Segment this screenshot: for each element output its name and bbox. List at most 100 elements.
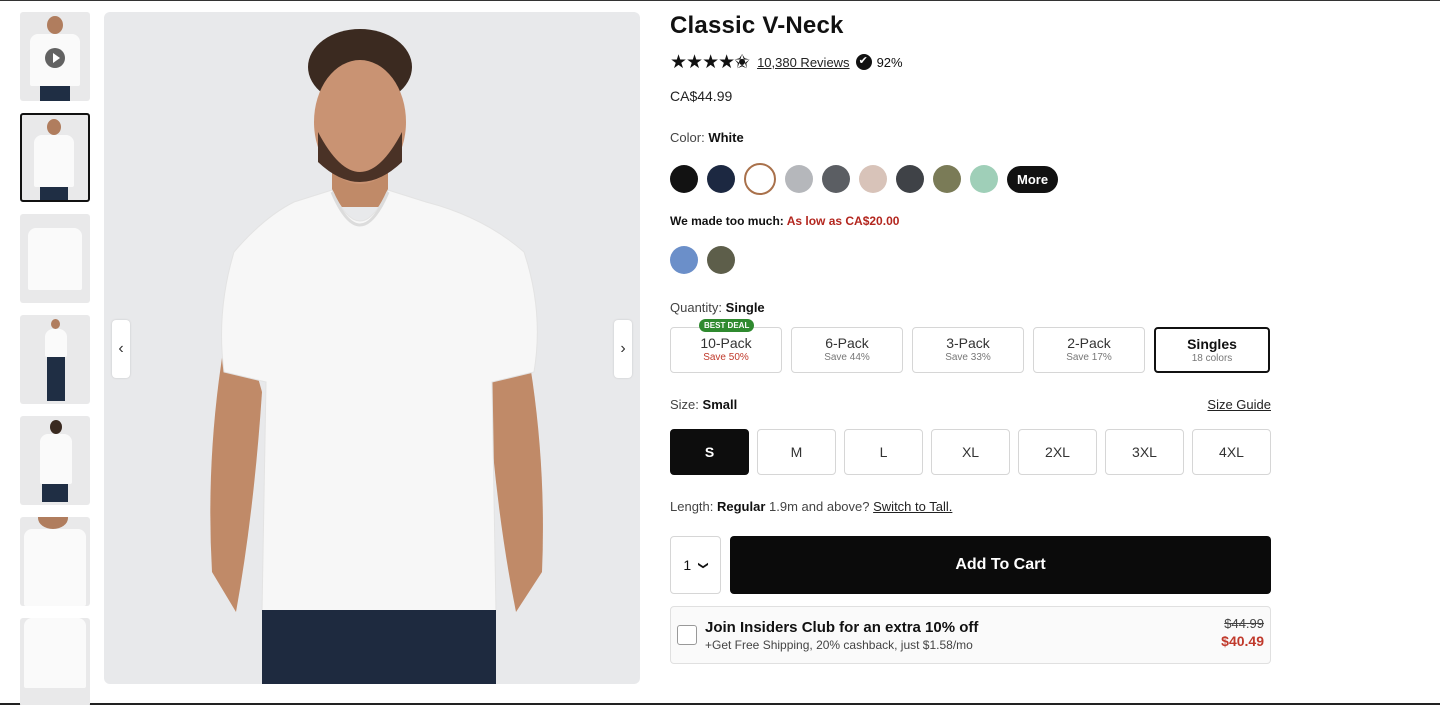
thumb-head [47,16,63,34]
best-deal-badge: BEST DEAL [699,319,755,332]
switch-to-tall-link[interactable]: Switch to Tall. [873,499,952,514]
size-s[interactable]: S [670,429,749,475]
thumbs-up-icon [855,54,872,70]
insiders-subtitle: +Get Free Shipping, 20% cashback, just $… [705,637,973,652]
product-price: CA$44.99 [670,88,733,104]
insiders-checkbox[interactable] [677,625,697,645]
pack-name: 3-Pack [946,335,990,351]
thumb-shirt [40,434,72,484]
swatch-light-grey[interactable] [785,165,813,193]
pack-singles[interactable]: Singles 18 colors [1154,327,1270,373]
size-guide-link[interactable]: Size Guide [1207,397,1271,412]
model-illustration [210,29,543,684]
add-to-cart-button[interactable]: Add To Cart [730,536,1271,594]
reviews-link[interactable]: 10,380 Reviews [757,55,850,70]
pack-10[interactable]: BEST DEAL 10-Pack Save 50% [670,319,782,373]
quantity-label: Quantity: Single [670,300,1271,315]
product-title: Classic V-Neck [670,12,844,39]
clearance-promo: We made too much: As low as CA$20.00 [670,214,1271,228]
recommend-percent: 92% [876,54,903,70]
thumb-head [47,119,61,135]
insiders-title: Join Insiders Club for an extra 10% off [705,618,979,636]
selected-quantity: Single [725,300,765,315]
pack-save: Save 17% [1066,352,1112,363]
product-details: Classic V-Neck ★★★★✬ 10,380 Reviews 92% … [670,12,1271,664]
swatch-blue[interactable] [670,246,698,274]
thumbnail-sleeve-detail[interactable] [20,618,90,705]
pack-save: Save 44% [824,352,870,363]
swatch-pink[interactable] [859,165,887,193]
previous-image-button[interactable]: ‹ [112,320,130,378]
more-colors-button[interactable]: More [1007,165,1059,193]
pack-save: Save 50% [703,352,749,363]
insiders-text: Join Insiders Club for an extra 10% off … [705,619,978,652]
thumbnail-back[interactable] [20,416,90,505]
thumb-legs [42,484,68,502]
size-xl[interactable]: XL [931,429,1010,475]
thumb-head [51,319,60,329]
quantity-label-text: Quantity: [670,300,723,315]
star-rating-icon: ★★★★✬ [670,51,750,73]
swatch-black[interactable] [670,165,698,193]
thumbnail-full-body[interactable] [20,315,90,404]
thumbnail-flat[interactable] [20,214,90,303]
pack-3[interactable]: 3-Pack Save 33% [912,327,1024,373]
next-image-button[interactable]: › [614,320,632,378]
swatch-navy[interactable] [707,165,735,193]
pack-6[interactable]: 6-Pack Save 44% [791,327,903,373]
pack-name: 2-Pack [1067,335,1111,351]
pack-2[interactable]: 2-Pack Save 17% [1033,327,1145,373]
thumb-shirt [24,529,86,606]
pack-name: Singles [1187,336,1237,352]
thumbnail-neck-detail[interactable] [20,517,90,606]
thumbnail-video[interactable] [20,12,90,101]
clearance-swatches [670,246,1271,274]
rating-row: ★★★★✬ 10,380 Reviews 92% [670,51,1271,73]
selected-size: Small [702,397,738,412]
swatch-dark-olive[interactable] [707,246,735,274]
insiders-club-offer[interactable]: Join Insiders Club for an extra 10% off … [670,606,1271,664]
size-4xl[interactable]: 4XL [1192,429,1271,475]
size-3xl[interactable]: 3XL [1105,429,1184,475]
thumb-shirt [34,135,74,187]
swatch-grey[interactable] [822,165,850,193]
thumb-head [38,517,68,529]
quantity-value: 1 [683,557,692,573]
size-2xl[interactable]: 2XL [1018,429,1097,475]
chevron-left-icon: ‹ [118,340,124,357]
thumb-shirt [28,228,82,290]
pack-name: 10-Pack [700,335,752,351]
size-m[interactable]: M [757,429,836,475]
quantity-select[interactable]: 1 ❯ [670,536,721,594]
thumb-legs [40,187,68,200]
promo-highlight: As low as CA$20.00 [786,214,900,228]
cart-row: 1 ❯ Add To Cart [670,536,1271,594]
length-prompt: 1.9m and above? [769,499,870,514]
swatch-white[interactable] [744,163,776,195]
thumbnail-front[interactable] [20,113,90,202]
swatch-olive[interactable] [933,165,961,193]
size-l[interactable]: L [844,429,923,475]
play-icon [45,48,65,68]
chevron-right-icon: › [620,340,626,357]
length-row: Length: Regular 1.9m and above? Switch t… [670,499,1271,514]
color-label: Color: White [670,130,1271,145]
thumb-legs [47,357,65,401]
swatch-mint[interactable] [970,165,998,193]
selected-length: Regular [717,499,766,514]
thumb-shirt [45,329,67,357]
color-label-text: Color: [670,130,705,145]
member-price: $40.49 [1221,633,1264,649]
pack-options: BEST DEAL 10-Pack Save 50% 6-Pack Save 4… [670,319,1271,373]
thumb-shirt [24,618,86,688]
main-product-image: ‹ › [104,12,640,684]
chevron-down-icon: ❯ [697,560,709,570]
color-swatches: More [670,163,1271,195]
length-label: Length: [670,499,714,514]
swatch-charcoal[interactable] [896,165,924,193]
selected-color: White [708,130,744,145]
size-label-text: Size: [670,397,699,412]
thumb-head [50,420,62,434]
promo-prefix: We made too much: [670,214,784,228]
thumb-legs [40,86,70,101]
